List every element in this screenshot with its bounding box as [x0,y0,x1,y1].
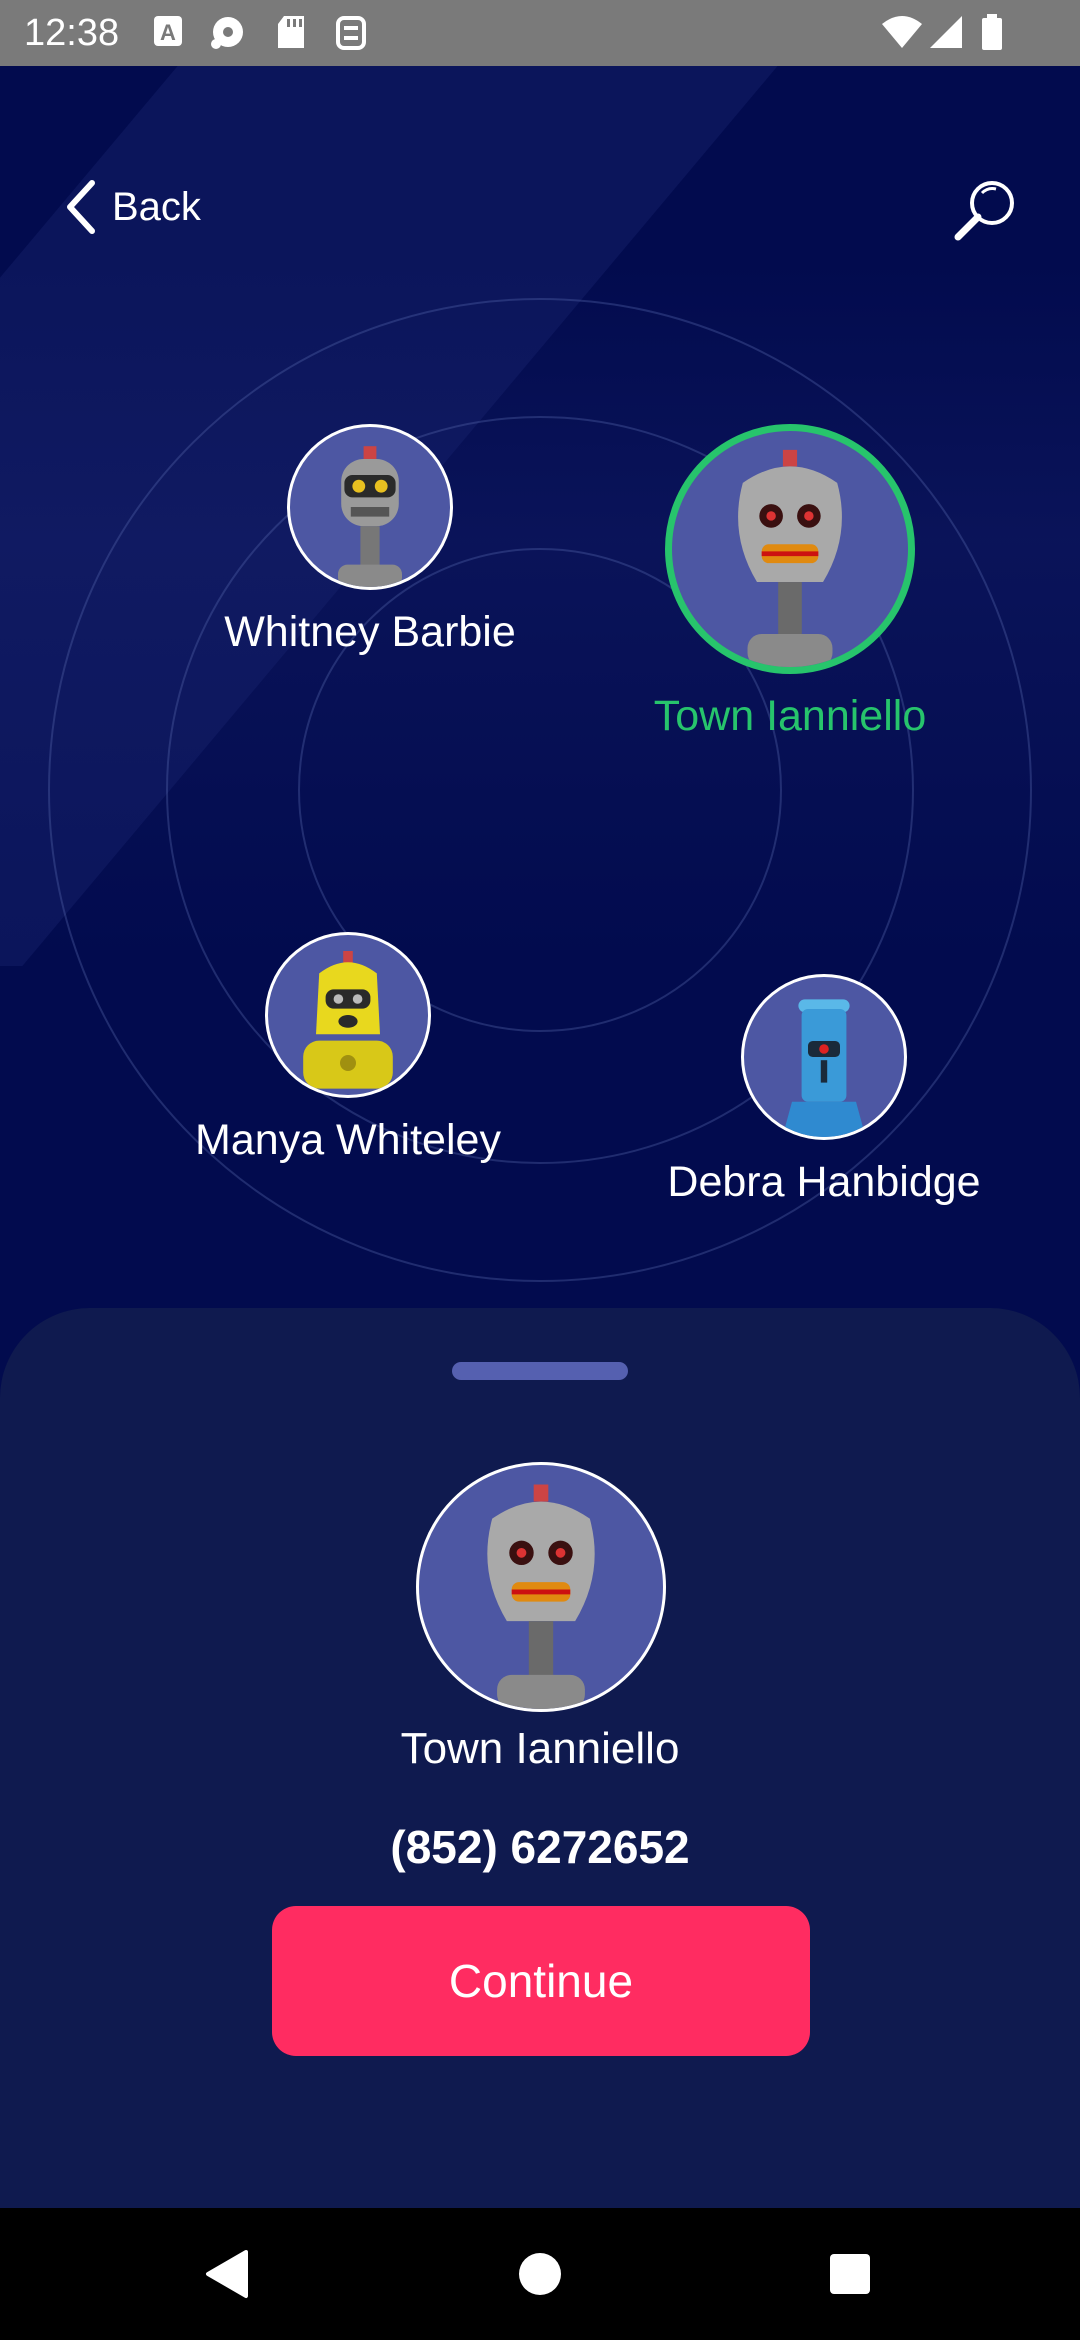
contacts-radar-screen: 12:38 A Back Whitney Barbie Town Ianniel… [0,0,1080,2340]
signal-icon [928,14,964,55]
contact-manya-whiteley[interactable]: Manya Whiteley [168,932,528,1165]
back-nav-button[interactable] [196,2244,256,2304]
gray-robot-avatar-icon [338,446,402,587]
back-button[interactable]: Back [62,172,201,242]
media-icon [210,14,248,55]
silver-robot-avatar-icon [487,1484,595,1709]
selected-contact-avatar [416,1462,666,1712]
status-bar: 12:38 A [0,0,1080,66]
svg-text:A: A [160,20,176,45]
battery-icon [980,14,1004,57]
home-nav-icon [519,2253,561,2295]
contact-name: Whitney Barbie [224,608,516,656]
selected-contact-phone: (852) 6272652 [390,1821,690,1873]
sheet-drag-handle[interactable] [452,1362,628,1380]
avatar [741,974,907,1140]
home-nav-button[interactable] [510,2244,570,2304]
contact-whitney-barbie[interactable]: Whitney Barbie [196,424,544,657]
selected-contact-name: Town Ianniello [400,1724,680,1773]
contact-debra-hanbidge[interactable]: Debra Hanbidge [644,974,1004,1207]
continue-button[interactable]: Continue [272,1906,810,2056]
blue-robot-avatar-icon [782,999,866,1137]
contact-name: Debra Hanbidge [667,1158,981,1206]
search-icon [954,181,1014,241]
back-label: Back [112,184,201,229]
chevron-left-icon [67,180,95,234]
system-navigation-bar [0,2208,1080,2340]
status-time: 12:38 [24,12,120,54]
contact-name: Manya Whiteley [195,1116,501,1164]
back-nav-icon [206,2250,248,2298]
avatar [665,424,915,674]
sync-icon [334,14,368,57]
silver-robot-avatar-icon [738,449,842,667]
contact-detail-sheet: Town Ianniello (852) 6272652 Continue [0,1308,1080,2208]
avatar [265,932,431,1098]
sd-card-icon [276,14,306,55]
yellow-robot-avatar-icon [303,951,393,1089]
search-button[interactable] [950,175,1020,245]
a-notification-icon: A [152,14,184,53]
avatar [287,424,453,590]
contact-name: Town Ianniello [653,692,927,740]
recents-nav-icon [830,2254,870,2294]
contact-town-ianniello[interactable]: Town Ianniello [622,424,958,741]
recents-nav-button[interactable] [820,2244,880,2304]
wifi-icon [880,14,924,55]
